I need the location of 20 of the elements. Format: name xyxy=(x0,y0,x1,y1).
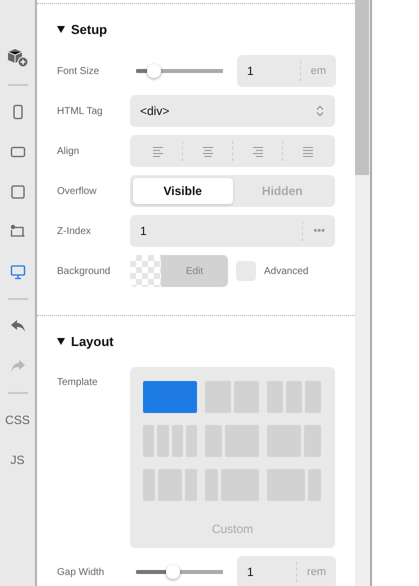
section-header[interactable]: Setup xyxy=(57,22,335,37)
number-field[interactable]: 1 rem xyxy=(237,556,336,586)
sidebar-item[interactable]: JS xyxy=(0,440,35,480)
field-label: Gap Width xyxy=(57,566,106,578)
section-header[interactable]: Layout xyxy=(57,334,335,349)
unit-label: rem xyxy=(296,562,336,582)
field-label: Align xyxy=(57,146,80,156)
sidebar-item[interactable]: CSS xyxy=(0,400,35,440)
field-label: Background xyxy=(57,266,112,276)
number-field[interactable]: 1 em xyxy=(237,55,336,87)
field-label: Template xyxy=(57,377,99,388)
number-field[interactable]: 1 ••• xyxy=(130,215,335,247)
field-label: Z-Index xyxy=(57,226,92,236)
tag-select[interactable]: <div> xyxy=(130,95,335,127)
checkbox-label: Advanced xyxy=(264,266,308,276)
unit-label: em xyxy=(300,61,336,81)
toggle-option[interactable]: Visible xyxy=(133,178,232,204)
field-label: Overflow xyxy=(57,186,98,196)
field-label: Font Size xyxy=(57,66,100,76)
field-label: HTML Tag xyxy=(57,106,104,116)
